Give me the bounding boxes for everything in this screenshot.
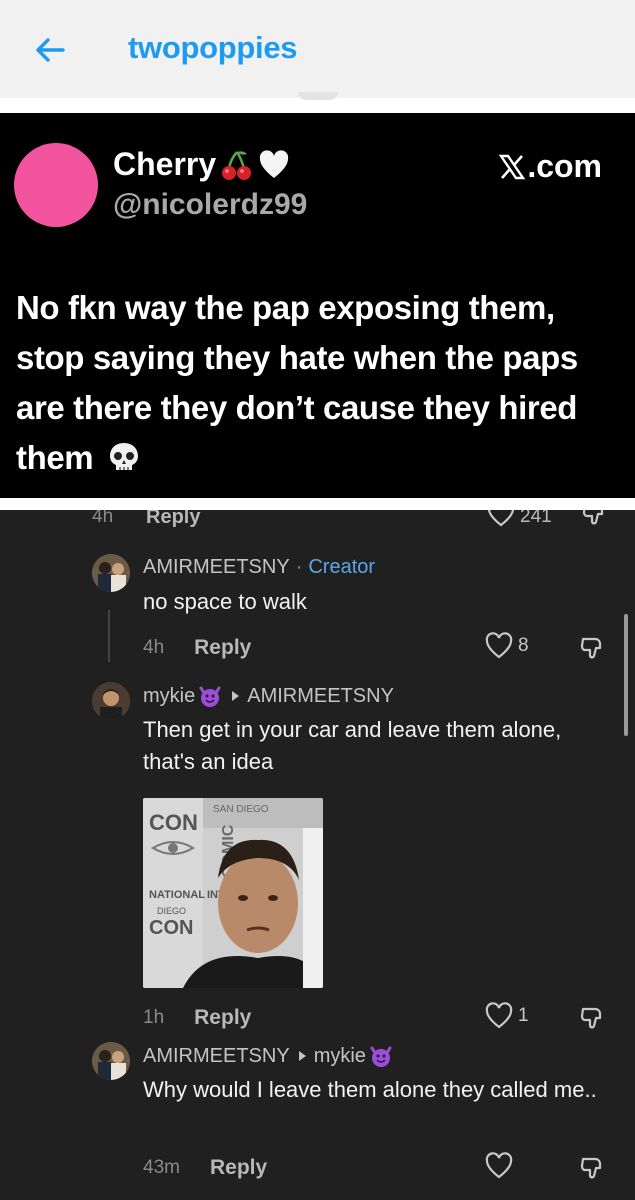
heart-icon [485,1002,513,1029]
comment-username[interactable]: mykie AMIRMEETSNY [143,684,394,708]
avatar[interactable] [92,554,130,592]
comment-time: 1h [143,1007,165,1028]
gif-image: CON NATIONAL INTE DIEGO CON SAN DIEGO CO… [143,798,323,988]
tweet-text-body: No fkn way the pap exposing them, stop s… [16,289,578,476]
reply-to-username[interactable]: mykie [314,1045,366,1068]
pull-indicator [298,92,338,100]
reply-button[interactable]: Reply [194,636,251,660]
reply-button[interactable]: Reply [146,510,200,529]
site-text: .com [527,148,602,184]
like-count: 1 [518,1005,529,1026]
comment-text: Why would I leave them alone they called… [143,1077,597,1102]
tweet-screenshot: Cherry @nicolerdz99 .com No fkn way the … [0,113,635,498]
reply-arrow-icon [232,691,240,701]
comment-time: 43m [143,1157,180,1178]
like-count: 241 [520,510,552,527]
username-text: AMIRMEETSNY [143,1044,290,1067]
comment-meta: 4h Reply [143,636,251,660]
like-button[interactable]: 8 [484,632,529,660]
x-com-watermark: .com [498,148,602,185]
page-title: twopoppies [128,30,298,65]
heart-icon [485,632,513,659]
skull-icon [110,443,139,470]
gif-label-san-diego: SAN DIEGO [213,804,269,815]
reply-button[interactable]: Reply [194,1006,251,1030]
comment-meta: 1h Reply [143,1006,251,1030]
scrollbar[interactable] [624,614,628,736]
back-button[interactable] [30,30,70,70]
like-button[interactable]: 1 [484,1002,529,1030]
dislike-icon[interactable] [580,510,608,528]
x-logo-icon [499,154,526,179]
top-app-bar: twopoppies [0,0,635,100]
tweet-text: No fkn way the pap exposing them, stop s… [16,283,621,483]
dislike-icon[interactable] [578,1004,606,1032]
comment-username[interactable]: AMIRMEETSNY mykie [143,1044,394,1068]
tweet-author-name: Cherry [113,146,290,183]
tweet-author-name-text: Cherry [113,146,217,182]
heart-icon[interactable] [486,510,516,528]
thread-line [108,610,110,662]
comment-gif[interactable]: CON NATIONAL INTE DIEGO CON SAN DIEGO CO… [143,798,323,988]
reply-arrow-icon [298,1051,306,1061]
comment-time: 4h [143,637,165,658]
arrow-left-icon [36,38,65,62]
dislike-icon[interactable] [578,1154,606,1182]
comment-meta: 43m Reply [143,1156,267,1180]
avatar-image [92,1042,130,1080]
smiling-devil-icon [199,686,221,707]
like-count: 8 [518,635,529,656]
divider [0,498,635,510]
comment-username[interactable]: AMIRMEETSNY · Creator [143,556,375,579]
previous-comment-actions: 4h Reply 241 [0,510,635,534]
gif-label-diego: DIEGO [157,906,186,916]
tweet-handle: @nicolerdz99 [113,188,308,221]
username-text: AMIRMEETSNY [143,556,290,578]
like-button[interactable] [484,1152,514,1180]
heart-icon [485,1152,513,1179]
gif-label-con: CON [149,810,198,835]
comment-text: no space to walk [143,589,307,614]
avatar-image [92,554,130,592]
comment-time: 4h [92,510,114,527]
comments-panel: 4h Reply 241 AMIRMEETSNY · Creator no sp [0,510,635,1200]
username-text: mykie [143,684,196,707]
gif-label-national: NATIONAL [149,889,205,901]
reply-to-username[interactable]: AMIRMEETSNY [247,685,394,708]
cherry-icon [222,150,252,180]
comment-text: Then get in your car and leave them alon… [143,717,562,774]
creator-badge: Creator [308,556,376,578]
dislike-icon[interactable] [578,634,606,662]
avatar[interactable] [92,682,130,720]
white-heart-icon [259,149,289,178]
avatar[interactable] [92,1042,130,1080]
gif-label-con-2: CON [149,917,193,939]
reply-button[interactable]: Reply [210,1156,267,1180]
smiling-devil-icon [370,1046,392,1067]
avatar-image [92,682,130,720]
separator: · [295,556,303,578]
avatar [14,143,98,227]
